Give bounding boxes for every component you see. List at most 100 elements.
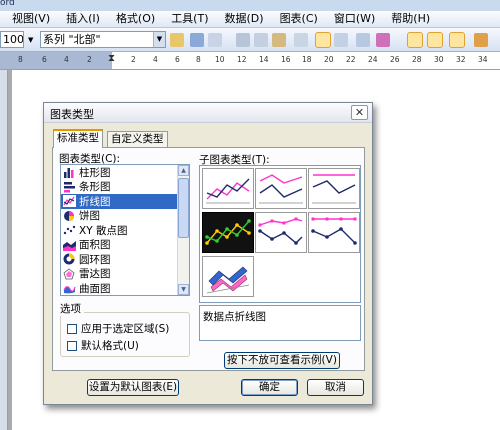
menu-window[interactable]: 窗口(W) bbox=[326, 11, 383, 27]
ok-button[interactable]: 确定 bbox=[241, 379, 298, 396]
chart-type-listbox[interactable]: 柱形图 条形图 折线图 饼图 XY 散点图 面积图 圆环图 雷达图 曲面图 ▲ … bbox=[60, 164, 190, 296]
subtype-line[interactable] bbox=[202, 168, 254, 209]
doughnut-chart-icon bbox=[63, 253, 75, 265]
subtype-line-with-markers[interactable] bbox=[202, 212, 254, 253]
zoom-dropdown-icon[interactable]: ▼ bbox=[28, 36, 36, 44]
list-item-line[interactable]: 折线图 bbox=[61, 194, 189, 209]
zoom-value: 100% bbox=[3, 33, 24, 46]
menu-bar: 视图(V) 插入(I) 格式(O) 工具(T) 数据(D) 图表(C) 窗口(W… bbox=[0, 11, 500, 28]
stacked-line-subtype-icon bbox=[259, 174, 303, 204]
tab-custom-types[interactable]: 自定义类型 bbox=[107, 131, 168, 147]
percent-stacked-line-subtype-icon bbox=[312, 174, 356, 204]
subtype-stacked-line-with-markers[interactable] bbox=[255, 212, 307, 253]
list-item-label: 饼图 bbox=[79, 210, 100, 223]
ruler-margin-band bbox=[0, 52, 112, 69]
cancel-button[interactable]: 取消 bbox=[307, 379, 364, 396]
undo-icon[interactable] bbox=[294, 33, 308, 47]
value-axis-gridlines-icon[interactable] bbox=[427, 32, 443, 48]
cancel-label: 取消 bbox=[325, 381, 346, 393]
chevron-down-icon[interactable]: ▼ bbox=[153, 32, 165, 47]
ruler-number: 6 bbox=[42, 55, 47, 64]
preview-sample-button[interactable]: 按下不放可查看示例(V) bbox=[224, 352, 340, 369]
menu-help[interactable]: 帮助(H) bbox=[383, 11, 438, 27]
toolbar: 100% ▼ 系列 "北部" ▼ bbox=[0, 28, 500, 52]
by-column-icon[interactable] bbox=[334, 33, 348, 47]
subtype-100-stacked-line-with-markers[interactable] bbox=[308, 212, 360, 253]
more-options-icon[interactable] bbox=[474, 33, 488, 47]
apply-to-selection-checkbox[interactable] bbox=[67, 323, 77, 334]
xy-scatter-chart-icon bbox=[63, 226, 76, 235]
surface-chart-icon bbox=[63, 286, 76, 294]
line-with-markers-subtype-icon bbox=[205, 219, 251, 245]
legend-icon[interactable] bbox=[208, 33, 222, 47]
horizontal-ruler[interactable]: 8 6 4 2 ⧗ 2 4 6 8 10 12 14 16 18 20 22 2… bbox=[0, 52, 500, 70]
zoom-combo[interactable]: 100% bbox=[0, 31, 24, 48]
scroll-thumb[interactable] bbox=[178, 178, 189, 238]
list-item-doughnut[interactable]: 圆环图 bbox=[61, 252, 189, 267]
scroll-up-icon[interactable]: ▲ bbox=[178, 165, 189, 176]
indent-marker-icon[interactable]: ⧗ bbox=[108, 53, 115, 64]
ruler-number: 16 bbox=[281, 55, 291, 64]
apply-to-selection-option[interactable]: 应用于选定区域(S) bbox=[67, 321, 169, 336]
fill-color-icon[interactable] bbox=[376, 33, 390, 47]
by-row-icon[interactable] bbox=[315, 32, 331, 48]
set-default-chart-button[interactable]: 设置为默认图表(E) bbox=[87, 379, 179, 396]
list-item-label: 折线图 bbox=[79, 195, 111, 208]
list-item-pie[interactable]: 饼图 bbox=[61, 209, 189, 224]
copy-icon[interactable] bbox=[254, 33, 268, 47]
list-item-surface[interactable]: 曲面图 bbox=[61, 281, 189, 295]
scroll-down-icon[interactable]: ▼ bbox=[178, 284, 189, 295]
percent-stacked-markers-subtype-icon bbox=[311, 217, 357, 245]
menu-tools[interactable]: 工具(T) bbox=[163, 11, 216, 27]
menu-format[interactable]: 格式(O) bbox=[108, 11, 163, 27]
data-table-icon[interactable] bbox=[356, 33, 370, 47]
subtype-stacked-line[interactable] bbox=[255, 168, 307, 209]
ruler-number: 2 bbox=[87, 55, 92, 64]
ruler-number: 8 bbox=[196, 55, 201, 64]
ruler-number: 30 bbox=[434, 55, 444, 64]
ruler-number: 34 bbox=[478, 55, 488, 64]
list-item-xy-scatter[interactable]: XY 散点图 bbox=[61, 223, 189, 238]
list-item-label: XY 散点图 bbox=[79, 224, 128, 237]
chart-type-icon[interactable] bbox=[190, 33, 204, 47]
listbox-scrollbar[interactable]: ▲ ▼ bbox=[177, 165, 189, 295]
ruler-number: 28 bbox=[412, 55, 422, 64]
list-item-label: 柱形图 bbox=[79, 166, 111, 179]
tab-standard-types[interactable]: 标准类型 bbox=[53, 129, 103, 148]
ruler-number: 20 bbox=[324, 55, 334, 64]
ruler-number: 22 bbox=[346, 55, 356, 64]
list-item-label: 面积图 bbox=[79, 239, 111, 252]
default-format-checkbox[interactable] bbox=[67, 340, 77, 351]
default-format-option[interactable]: 默认格式(U) bbox=[67, 338, 139, 353]
menu-view[interactable]: 视图(V) bbox=[4, 11, 58, 27]
list-item-column[interactable]: 柱形图 bbox=[61, 165, 189, 180]
cut-icon[interactable] bbox=[236, 33, 250, 47]
paste-icon[interactable] bbox=[272, 33, 286, 47]
subtype-gallery[interactable] bbox=[199, 165, 361, 303]
list-item-radar[interactable]: 雷达图 bbox=[61, 267, 189, 282]
set-default-chart-label: 设置为默认图表(E) bbox=[88, 381, 178, 393]
gridlines-icon[interactable] bbox=[407, 32, 423, 48]
list-item-label: 雷达图 bbox=[79, 268, 111, 281]
ruler-number: 14 bbox=[259, 55, 269, 64]
close-button[interactable]: ✕ bbox=[351, 105, 368, 120]
menu-chart[interactable]: 图表(C) bbox=[272, 11, 326, 27]
subtype-100-stacked-line[interactable] bbox=[308, 168, 360, 209]
line-subtype-icon bbox=[206, 178, 250, 204]
list-item-label: 圆环图 bbox=[79, 253, 111, 266]
subtype-3d-line[interactable] bbox=[202, 256, 254, 297]
menu-insert[interactable]: 插入(I) bbox=[58, 11, 108, 27]
default-format-label: 默认格式(U) bbox=[81, 340, 139, 352]
subtype-description: 数据点折线图 bbox=[199, 305, 361, 341]
vertical-ruler[interactable] bbox=[0, 70, 8, 430]
list-item-bar[interactable]: 条形图 bbox=[61, 180, 189, 195]
dialog-title-bar[interactable]: 图表类型 ✕ bbox=[44, 103, 372, 123]
ruler-number: 10 bbox=[215, 55, 225, 64]
preview-sample-label: 按下不放可查看示例(V) bbox=[227, 354, 337, 366]
menu-data[interactable]: 数据(D) bbox=[217, 11, 272, 27]
line-chart-icon bbox=[63, 195, 76, 208]
list-item-area[interactable]: 面积图 bbox=[61, 238, 189, 253]
format-chart-icon[interactable] bbox=[170, 33, 184, 47]
chart-area-icon[interactable] bbox=[449, 32, 465, 48]
chart-objects-combo[interactable]: 系列 "北部" ▼ bbox=[40, 31, 166, 48]
